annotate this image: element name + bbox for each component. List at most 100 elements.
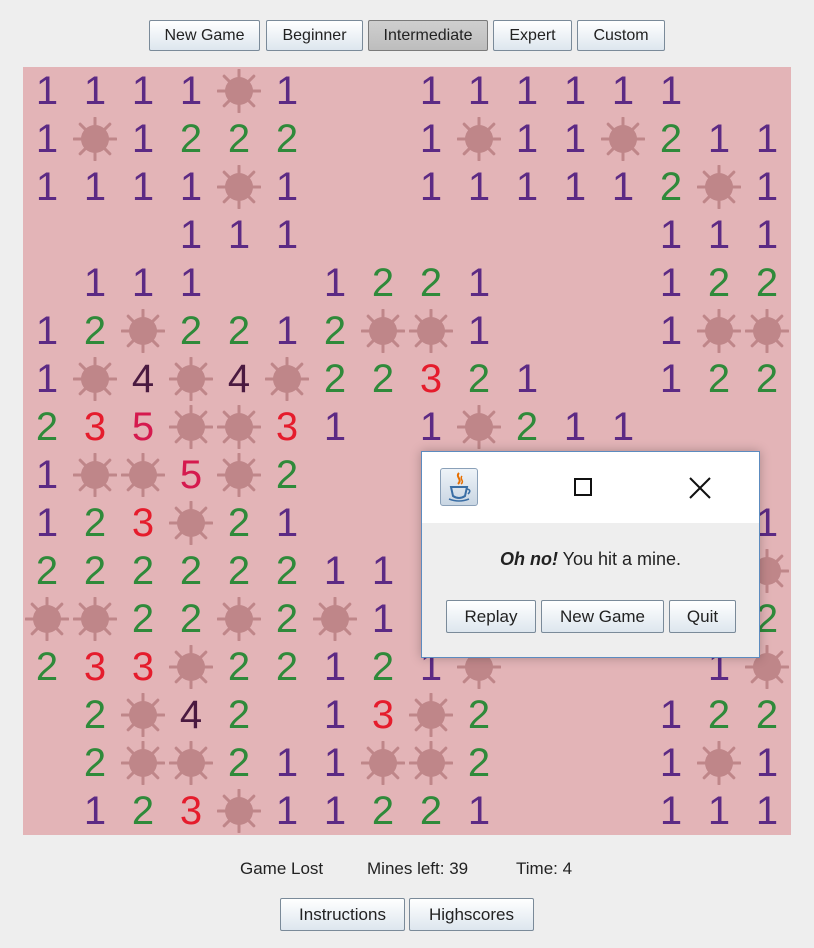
cell-number[interactable]: 1 xyxy=(743,787,791,835)
cell-number[interactable]: 2 xyxy=(119,787,167,835)
cell-number[interactable]: 1 xyxy=(647,67,695,115)
cell-number[interactable]: 5 xyxy=(119,403,167,451)
cell-number[interactable]: 1 xyxy=(407,67,455,115)
cell-number[interactable]: 1 xyxy=(455,259,503,307)
mine-icon[interactable] xyxy=(359,307,407,355)
cell-number[interactable]: 1 xyxy=(71,67,119,115)
mine-icon[interactable] xyxy=(119,691,167,739)
cell-number[interactable]: 2 xyxy=(263,115,311,163)
cell-number[interactable]: 2 xyxy=(503,403,551,451)
mine-icon[interactable] xyxy=(743,307,791,355)
mine-icon[interactable] xyxy=(215,163,263,211)
cell-number[interactable]: 1 xyxy=(23,307,71,355)
cell-number[interactable]: 4 xyxy=(215,355,263,403)
cell-number[interactable]: 1 xyxy=(647,787,695,835)
cell-number[interactable]: 1 xyxy=(503,355,551,403)
quit-button[interactable]: Quit xyxy=(669,600,736,633)
cell-number[interactable]: 2 xyxy=(71,691,119,739)
intermediate-button[interactable]: Intermediate xyxy=(368,20,488,51)
cell-number[interactable]: 4 xyxy=(167,691,215,739)
cell-number[interactable]: 1 xyxy=(263,787,311,835)
cell-number[interactable]: 1 xyxy=(599,67,647,115)
cell-number[interactable]: 1 xyxy=(71,259,119,307)
new-game-button[interactable]: New Game xyxy=(149,20,260,51)
instructions-button[interactable]: Instructions xyxy=(280,898,405,931)
cell-number[interactable]: 1 xyxy=(647,739,695,787)
cell-number[interactable]: 2 xyxy=(119,595,167,643)
cell-number[interactable]: 2 xyxy=(455,739,503,787)
cell-number[interactable]: 1 xyxy=(311,787,359,835)
cell-number[interactable]: 1 xyxy=(647,259,695,307)
cell-number[interactable]: 1 xyxy=(407,115,455,163)
cell-number[interactable]: 2 xyxy=(359,643,407,691)
cell-number[interactable]: 3 xyxy=(71,643,119,691)
mine-icon[interactable] xyxy=(71,451,119,499)
mine-icon[interactable] xyxy=(215,67,263,115)
cell-number[interactable]: 1 xyxy=(743,163,791,211)
cell-number[interactable]: 2 xyxy=(23,547,71,595)
cell-number[interactable]: 2 xyxy=(167,307,215,355)
cell-number[interactable]: 2 xyxy=(263,451,311,499)
cell-number[interactable]: 2 xyxy=(407,787,455,835)
cell-number[interactable]: 3 xyxy=(119,643,167,691)
cell-number[interactable]: 1 xyxy=(695,787,743,835)
cell-number[interactable]: 1 xyxy=(743,115,791,163)
cell-number[interactable]: 1 xyxy=(263,211,311,259)
cell-number[interactable]: 1 xyxy=(743,739,791,787)
cell-number[interactable]: 1 xyxy=(695,211,743,259)
mine-icon[interactable] xyxy=(695,739,743,787)
cell-number[interactable]: 3 xyxy=(167,787,215,835)
cell-number[interactable]: 2 xyxy=(743,691,791,739)
cell-number[interactable]: 2 xyxy=(167,595,215,643)
cell-number[interactable]: 2 xyxy=(215,115,263,163)
cell-number[interactable]: 1 xyxy=(263,307,311,355)
cell-number[interactable]: 2 xyxy=(71,739,119,787)
cell-number[interactable]: 1 xyxy=(503,115,551,163)
cell-number[interactable]: 2 xyxy=(311,355,359,403)
cell-number[interactable]: 1 xyxy=(263,739,311,787)
expert-button[interactable]: Expert xyxy=(493,20,572,51)
cell-number[interactable]: 4 xyxy=(119,355,167,403)
cell-number[interactable]: 1 xyxy=(167,211,215,259)
mine-icon[interactable] xyxy=(119,451,167,499)
cell-number[interactable]: 1 xyxy=(311,259,359,307)
mine-icon[interactable] xyxy=(119,307,167,355)
cell-number[interactable]: 1 xyxy=(551,403,599,451)
dialog-new-game-button[interactable]: New Game xyxy=(541,600,664,633)
cell-number[interactable]: 2 xyxy=(71,307,119,355)
cell-number[interactable]: 2 xyxy=(23,403,71,451)
cell-number[interactable]: 1 xyxy=(119,163,167,211)
mine-icon[interactable] xyxy=(599,115,647,163)
cell-number[interactable]: 1 xyxy=(551,163,599,211)
cell-number[interactable]: 1 xyxy=(407,163,455,211)
mine-icon[interactable] xyxy=(695,163,743,211)
mine-icon[interactable] xyxy=(455,115,503,163)
mine-icon[interactable] xyxy=(167,403,215,451)
mine-icon[interactable] xyxy=(167,499,215,547)
mine-icon[interactable] xyxy=(407,739,455,787)
cell-number[interactable]: 1 xyxy=(503,163,551,211)
cell-number[interactable]: 1 xyxy=(23,67,71,115)
cell-number[interactable]: 1 xyxy=(119,67,167,115)
cell-number[interactable]: 1 xyxy=(311,739,359,787)
mine-icon[interactable] xyxy=(119,739,167,787)
cell-number[interactable]: 1 xyxy=(647,211,695,259)
cell-number[interactable]: 2 xyxy=(215,739,263,787)
cell-number[interactable]: 1 xyxy=(263,163,311,211)
cell-number[interactable]: 2 xyxy=(695,355,743,403)
cell-number[interactable]: 2 xyxy=(71,547,119,595)
cell-number[interactable]: 1 xyxy=(359,595,407,643)
cell-number[interactable]: 1 xyxy=(647,307,695,355)
cell-number[interactable]: 1 xyxy=(167,259,215,307)
mine-icon[interactable] xyxy=(23,595,71,643)
cell-number[interactable]: 1 xyxy=(311,643,359,691)
mine-icon[interactable] xyxy=(71,595,119,643)
mine-icon[interactable] xyxy=(71,355,119,403)
cell-number[interactable]: 1 xyxy=(23,115,71,163)
cell-number[interactable]: 1 xyxy=(455,787,503,835)
mine-icon[interactable] xyxy=(455,403,503,451)
cell-number[interactable]: 2 xyxy=(215,691,263,739)
cell-number[interactable]: 1 xyxy=(455,163,503,211)
cell-number[interactable]: 3 xyxy=(71,403,119,451)
cell-number[interactable]: 1 xyxy=(71,163,119,211)
